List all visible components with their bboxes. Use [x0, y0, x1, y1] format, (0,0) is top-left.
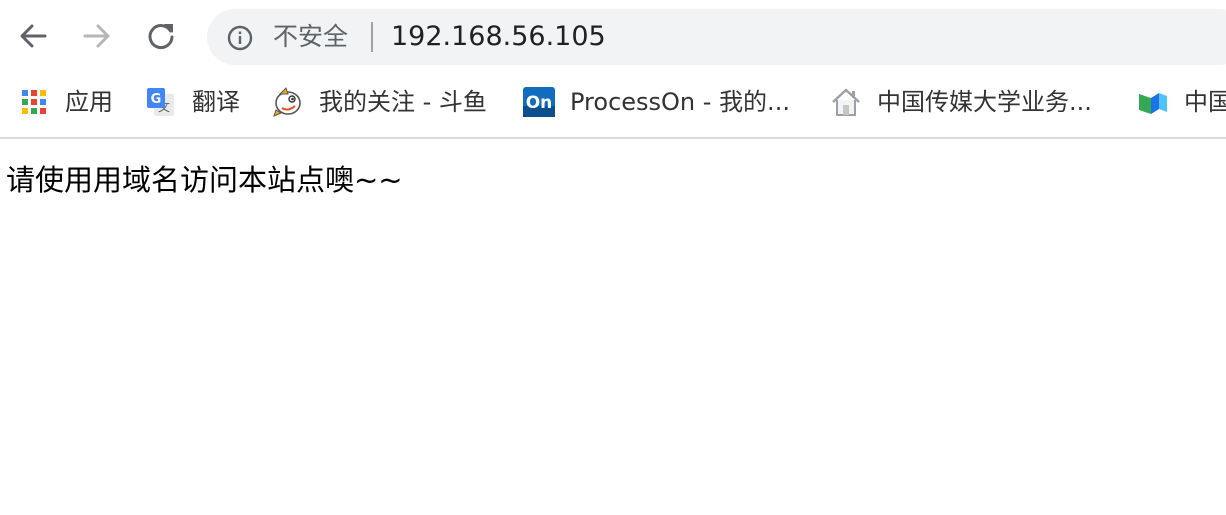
svg-text:G: G [151, 92, 162, 107]
bookmark-label: 中国 [1184, 88, 1226, 116]
svg-text:On: On [526, 93, 553, 113]
arrow-left-icon [20, 24, 47, 48]
apps-grid-dot [22, 108, 28, 114]
bookmark-processon[interactable]: On ProcessOn - 我的... [523, 85, 790, 119]
bookmark-china[interactable]: 中国 [1137, 85, 1226, 119]
bookmark-cuc[interactable]: 中国传媒大学业务... [830, 85, 1092, 119]
apps-grid-dot [22, 90, 28, 96]
security-status-label[interactable]: 不安全 [273, 20, 348, 54]
bookmark-label: ProcessOn - 我的... [570, 88, 790, 116]
reload-button[interactable] [145, 20, 177, 52]
page-message: 请使用用域名访问本站点噢~~ [6, 163, 403, 197]
forward-button[interactable] [81, 20, 113, 52]
url-text[interactable]: 192.168.56.105 [391, 19, 606, 55]
info-icon[interactable] [227, 25, 253, 51]
address-bar[interactable]: 不安全 192.168.56.105 [207, 9, 1226, 65]
apps-grid-dot [31, 99, 37, 105]
apps-grid-icon [18, 86, 50, 118]
toolbar-divider [0, 137, 1226, 139]
arrow-right-icon [83, 24, 110, 48]
bookmarks-bar: 应用 文 G 翻译 我的关注 - 斗鱼 [0, 75, 1226, 137]
douyu-fish-icon [272, 86, 304, 118]
apps-grid-dot [31, 90, 37, 96]
bookmark-label: 应用 [65, 88, 113, 116]
house-icon [830, 86, 862, 118]
bookmark-label: 中国传媒大学业务... [877, 88, 1092, 116]
bookmark-translate[interactable]: 文 G 翻译 [145, 85, 240, 119]
apps-grid-dot [22, 99, 28, 105]
apps-grid-dot [40, 90, 46, 96]
bookmark-apps[interactable]: 应用 [18, 85, 113, 119]
apps-grid-dot [31, 108, 37, 114]
bookmark-douyu[interactable]: 我的关注 - 斗鱼 [272, 85, 487, 119]
apps-grid-dot [40, 99, 46, 105]
back-button[interactable] [17, 20, 49, 52]
bookmark-label: 我的关注 - 斗鱼 [319, 88, 487, 116]
google-translate-icon: 文 G [145, 86, 177, 118]
browser-toolbar: 不安全 192.168.56.105 [0, 0, 1226, 75]
reload-icon [148, 24, 174, 50]
bookmark-logo-icon [1137, 86, 1169, 118]
omnibox-divider [371, 22, 373, 52]
bookmark-label: 翻译 [192, 88, 240, 116]
processon-icon: On [523, 86, 555, 118]
apps-grid-dot [40, 108, 46, 114]
